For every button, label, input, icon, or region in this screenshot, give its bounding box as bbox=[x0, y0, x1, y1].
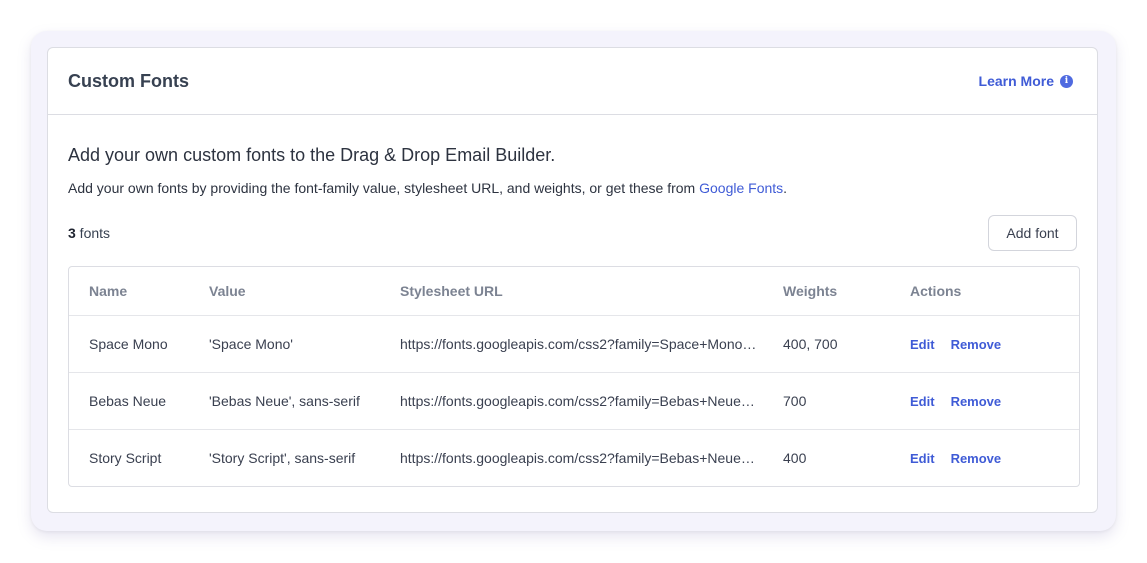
font-name-cell: Space Mono bbox=[89, 336, 168, 352]
remove-button[interactable]: Remove bbox=[951, 337, 1002, 352]
font-count: 3 fonts bbox=[68, 225, 110, 241]
font-value-cell: 'Bebas Neue', sans-serif bbox=[209, 393, 360, 409]
card-header: Custom Fonts Learn More i bbox=[48, 48, 1097, 115]
actions-cell: Edit Remove bbox=[910, 394, 1001, 409]
google-fonts-link[interactable]: Google Fonts bbox=[699, 180, 783, 196]
intro-description-text: Add your own fonts by providing the font… bbox=[68, 180, 700, 196]
column-header-value: Value bbox=[209, 283, 246, 299]
add-font-button[interactable]: Add font bbox=[988, 215, 1077, 251]
stylesheet-url-cell: https://fonts.googleapis.com/css2?family… bbox=[400, 393, 783, 409]
remove-button[interactable]: Remove bbox=[951, 394, 1002, 409]
column-header-stylesheet-url: Stylesheet URL bbox=[400, 283, 503, 299]
stylesheet-url-text: https://fonts.googleapis.com/css2?family… bbox=[400, 393, 760, 409]
edit-button[interactable]: Edit bbox=[910, 337, 935, 352]
actions-cell: Edit Remove bbox=[910, 451, 1001, 466]
column-header-actions: Actions bbox=[910, 283, 962, 299]
remove-button[interactable]: Remove bbox=[951, 451, 1002, 466]
column-header-weights: Weights bbox=[783, 283, 838, 299]
stylesheet-url-cell: https://fonts.googleapis.com/css2?family… bbox=[400, 450, 783, 466]
table-header-row: Name Value Stylesheet URL Weights Action… bbox=[69, 267, 1079, 315]
fonts-table: Name Value Stylesheet URL Weights Action… bbox=[68, 266, 1080, 487]
table-row: Bebas Neue 'Bebas Neue', sans-serif http… bbox=[69, 372, 1079, 429]
font-value-cell: 'Space Mono' bbox=[209, 336, 293, 352]
table-row: Story Script 'Story Script', sans-serif … bbox=[69, 429, 1079, 486]
weights-cell: 700 bbox=[783, 393, 807, 409]
stylesheet-url-text: https://fonts.googleapis.com/css2?family… bbox=[400, 450, 760, 466]
intro-description: Add your own fonts by providing the font… bbox=[68, 180, 1077, 196]
learn-more-label: Learn More bbox=[978, 73, 1054, 89]
table-row: Space Mono 'Space Mono' https://fonts.go… bbox=[69, 315, 1079, 372]
font-count-label: fonts bbox=[75, 225, 111, 241]
edit-button[interactable]: Edit bbox=[910, 394, 935, 409]
page-title: Custom Fonts bbox=[68, 70, 189, 91]
toolbar: 3 fonts Add font bbox=[68, 215, 1077, 251]
font-name-cell: Story Script bbox=[89, 450, 162, 466]
info-icon: i bbox=[1060, 74, 1073, 88]
font-name-cell: Bebas Neue bbox=[89, 393, 167, 409]
stylesheet-url-text: https://fonts.googleapis.com/css2?family… bbox=[400, 336, 760, 352]
weights-cell: 400, 700 bbox=[783, 336, 838, 352]
custom-fonts-card: Custom Fonts Learn More i Add your own c… bbox=[47, 47, 1098, 513]
edit-button[interactable]: Edit bbox=[910, 451, 935, 466]
font-value-cell: 'Story Script', sans-serif bbox=[209, 450, 356, 466]
weights-cell: 400 bbox=[783, 450, 807, 466]
learn-more-link[interactable]: Learn More i bbox=[979, 73, 1073, 89]
panel-frame: Custom Fonts Learn More i Add your own c… bbox=[31, 31, 1116, 531]
card-body: Add your own custom fonts to the Drag & … bbox=[48, 145, 1097, 487]
stylesheet-url-cell: https://fonts.googleapis.com/css2?family… bbox=[400, 336, 783, 352]
column-header-name: Name bbox=[89, 283, 128, 299]
actions-cell: Edit Remove bbox=[910, 337, 1001, 352]
intro-description-end: . bbox=[783, 180, 788, 196]
font-count-number: 3 bbox=[68, 225, 76, 241]
intro-heading: Add your own custom fonts to the Drag & … bbox=[68, 145, 556, 165]
